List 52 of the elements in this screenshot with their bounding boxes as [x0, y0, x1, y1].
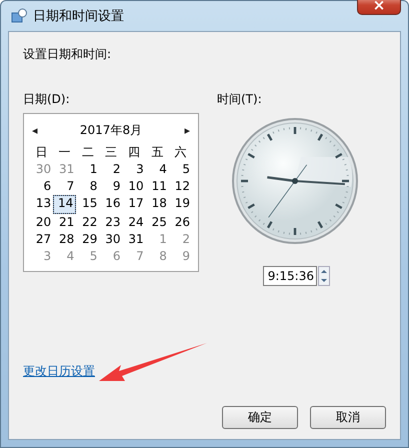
- calendar-day[interactable]: 3: [122, 161, 146, 178]
- calendar-settings-link[interactable]: 更改日历设置: [23, 363, 95, 380]
- ok-button[interactable]: 确定: [222, 406, 298, 429]
- calendar-clock-icon: [11, 8, 27, 24]
- calendar-day[interactable]: 25: [146, 214, 169, 231]
- calendar-day[interactable]: 17: [122, 195, 146, 212]
- calendar-day[interactable]: 21: [53, 214, 76, 231]
- calendar-day[interactable]: 28: [53, 231, 76, 248]
- weekday-header: 一: [58, 144, 72, 161]
- calendar-day[interactable]: 29: [76, 231, 100, 248]
- time-spinner[interactable]: [318, 266, 330, 286]
- calendar-day[interactable]: 19: [168, 195, 192, 212]
- calendar-day[interactable]: 22: [76, 214, 100, 231]
- calendar-day[interactable]: 11: [146, 178, 169, 195]
- close-button[interactable]: ×: [357, 0, 401, 15]
- weekday-header: 二: [80, 144, 95, 161]
- time-field[interactable]: 9:15:36: [263, 266, 317, 286]
- month-title: 2017年8月: [80, 122, 142, 138]
- calendar-day[interactable]: 16: [99, 195, 123, 212]
- calendar-day[interactable]: 13: [30, 195, 54, 212]
- calendar-day[interactable]: 23: [99, 214, 123, 231]
- weekday-header: 四: [127, 144, 142, 161]
- calendar-day[interactable]: 8: [76, 178, 100, 195]
- calendar-day[interactable]: 5: [168, 161, 192, 178]
- calendar-day[interactable]: 7: [53, 178, 76, 195]
- calendar-day[interactable]: 12: [168, 178, 192, 195]
- calendar-day[interactable]: 14: [53, 195, 76, 214]
- calendar-day[interactable]: 24: [122, 214, 146, 231]
- weekday-header: 日: [34, 144, 49, 161]
- date-label: 日期(D):: [23, 91, 71, 108]
- previous-month-button[interactable]: ◂: [30, 124, 40, 136]
- calendar-day[interactable]: 15: [76, 195, 100, 212]
- calendar-day[interactable]: 20: [30, 214, 54, 231]
- calendar-day[interactable]: 10: [122, 178, 146, 195]
- weekday-header: 三: [104, 144, 118, 161]
- calendar-day[interactable]: 6: [30, 178, 54, 195]
- calendar-day[interactable]: 30: [99, 231, 123, 248]
- calendar-day[interactable]: 26: [168, 214, 192, 231]
- weekday-header: 六: [173, 144, 188, 161]
- calendar-day[interactable]: 18: [146, 195, 169, 212]
- heading: 设置日期和时间:: [23, 46, 112, 63]
- calendar-day[interactable]: 2: [99, 161, 123, 178]
- calendar-day[interactable]: 27: [30, 231, 54, 248]
- window-title: 日期和时间设置: [33, 8, 124, 25]
- calendar-day[interactable]: 31: [122, 231, 146, 248]
- next-month-button[interactable]: ▸: [182, 124, 192, 136]
- weekday-header: 五: [150, 144, 164, 161]
- calendar-day[interactable]: 4: [146, 161, 169, 178]
- calendar-day[interactable]: 1: [76, 161, 100, 178]
- cancel-button[interactable]: 取消: [310, 406, 386, 429]
- calendar-day[interactable]: 9: [99, 178, 123, 195]
- time-label: 时间(T):: [217, 91, 262, 108]
